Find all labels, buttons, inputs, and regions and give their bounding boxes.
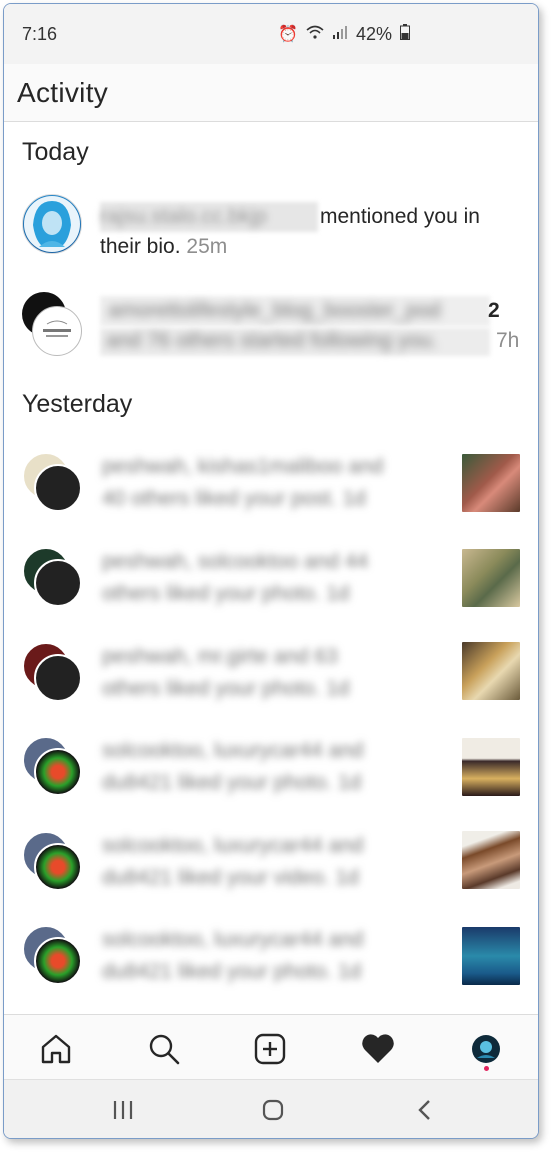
avatar-front: [34, 654, 82, 702]
activity-item-like[interactable]: solcooktoo, luxurycar44 and du8421 liked…: [4, 923, 538, 993]
back-icon[interactable]: [410, 1096, 440, 1124]
mention-text-line2: their bio. 25m: [100, 235, 228, 258]
post-thumbnail[interactable]: [462, 549, 520, 607]
follow-count-tail: 2: [488, 299, 500, 322]
blurred-usernames: amorettolifestyle_blog_booster_pod: [100, 296, 490, 326]
blurred-username: rajsu.stalo.cc.bkjp: [100, 202, 318, 232]
section-title-today: Today: [22, 138, 89, 166]
timestamp: 25m: [186, 235, 228, 258]
timestamp: 7h: [496, 329, 520, 352]
avatar-front: [34, 464, 82, 512]
amoretto-logo-avatar: [32, 306, 82, 356]
alarm-icon: ⏰: [278, 26, 298, 43]
blurred-line1: solcooktoo, luxurycar44 and: [102, 739, 364, 762]
notification-dot: [484, 1066, 489, 1071]
battery-percent: 42%: [355, 23, 392, 44]
activity-item-like[interactable]: peshwah, mr.girte and 63 others liked yo…: [4, 640, 538, 710]
section-title-yesterday: Yesterday: [22, 390, 133, 418]
activity-item-like[interactable]: peshwah, kishas1maliboo and 40 others li…: [4, 450, 538, 520]
blurred-line1: peshwah, solcooktoo and 44: [102, 550, 369, 573]
search-icon[interactable]: [144, 1029, 184, 1069]
avatar-front: [34, 937, 82, 985]
system-navigation-bar: [4, 1079, 538, 1138]
post-thumbnail[interactable]: [462, 642, 520, 700]
blurred-line2: du8421 liked your photo. 1d: [102, 771, 362, 794]
status-time: 7:16: [22, 23, 58, 44]
blurred-line1: solcooktoo, luxurycar44 and: [102, 928, 364, 951]
mention-text: mentioned you in: [320, 205, 480, 228]
battery-icon: [400, 23, 410, 45]
page-title: Activity: [17, 76, 109, 108]
blurred-line2: 40 others liked your post. 1d: [102, 487, 366, 510]
blurred-follow-text: and 76 others started following you.: [100, 328, 490, 356]
post-thumbnail[interactable]: [462, 927, 520, 985]
heart-icon[interactable]: [358, 1029, 398, 1069]
post-thumbnail[interactable]: [462, 738, 520, 796]
add-icon[interactable]: [250, 1029, 290, 1069]
signal-icon: [332, 25, 348, 44]
home-button-icon[interactable]: [258, 1096, 288, 1124]
blurred-line1: peshwah, kishas1maliboo and: [102, 455, 384, 478]
avatar[interactable]: [22, 194, 82, 254]
recent-apps-icon[interactable]: [108, 1096, 138, 1124]
activity-item-follow[interactable]: amorettolifestyle_blog_booster_pod 2 and…: [4, 284, 538, 364]
activity-item-like[interactable]: solcooktoo, luxurycar44 and du8421 liked…: [4, 734, 538, 804]
phone-screen: 7:16 ⏰ 42% Activity Today rajsu.stalo.cc…: [3, 3, 539, 1139]
blurred-line2: others liked your photo. 1d: [102, 677, 350, 700]
avatar-front: [34, 843, 82, 891]
post-thumbnail[interactable]: [462, 454, 520, 512]
page-header: Activity: [4, 64, 538, 122]
wifi-icon: [306, 25, 324, 44]
activity-item-like[interactable]: solcooktoo, luxurycar44 and du8421 liked…: [4, 829, 538, 899]
bottom-navigation: [4, 1014, 538, 1086]
status-bar: 7:16 ⏰ 42%: [4, 4, 538, 64]
activity-item-mention[interactable]: rajsu.stalo.cc.bkjp mentioned you in the…: [4, 190, 538, 270]
avatar-front: [34, 748, 82, 796]
activity-item-like[interactable]: peshwah, solcooktoo and 44 others liked …: [4, 545, 538, 615]
status-icons: ⏰ 42%: [278, 23, 520, 45]
blurred-line1: solcooktoo, luxurycar44 and: [102, 834, 364, 857]
home-icon[interactable]: [36, 1029, 76, 1069]
blurred-line1: peshwah, mr.girte and 63: [102, 645, 338, 668]
blurred-line2: du8421 liked your photo. 1d: [102, 960, 362, 983]
post-thumbnail[interactable]: [462, 831, 520, 889]
avatar-front: [34, 559, 82, 607]
profile-avatar[interactable]: [466, 1029, 506, 1069]
blurred-line2: du8421 liked your video. 1d: [102, 866, 359, 889]
blurred-line2: others liked your photo. 1d: [102, 582, 350, 605]
